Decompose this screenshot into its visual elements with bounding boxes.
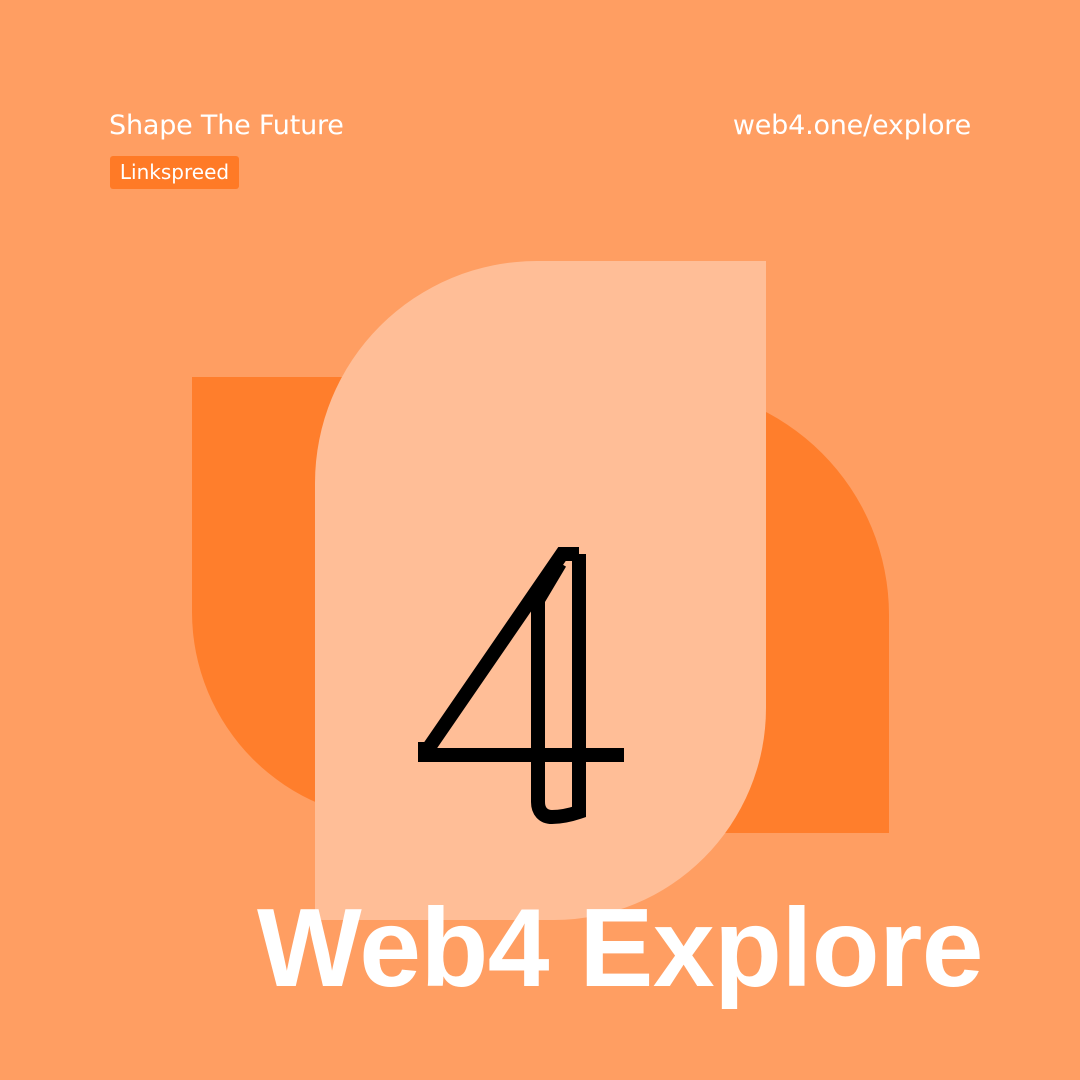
tagline-text: Shape The Future <box>109 110 344 141</box>
site-url-link[interactable]: web4.one/explore <box>733 112 971 139</box>
brand-badge: Linkspreed <box>110 156 239 189</box>
headline-title: Web4 Explore <box>257 886 984 1010</box>
poster-canvas: Shape The Future Linkspreed web4.one/exp… <box>0 0 1080 1080</box>
